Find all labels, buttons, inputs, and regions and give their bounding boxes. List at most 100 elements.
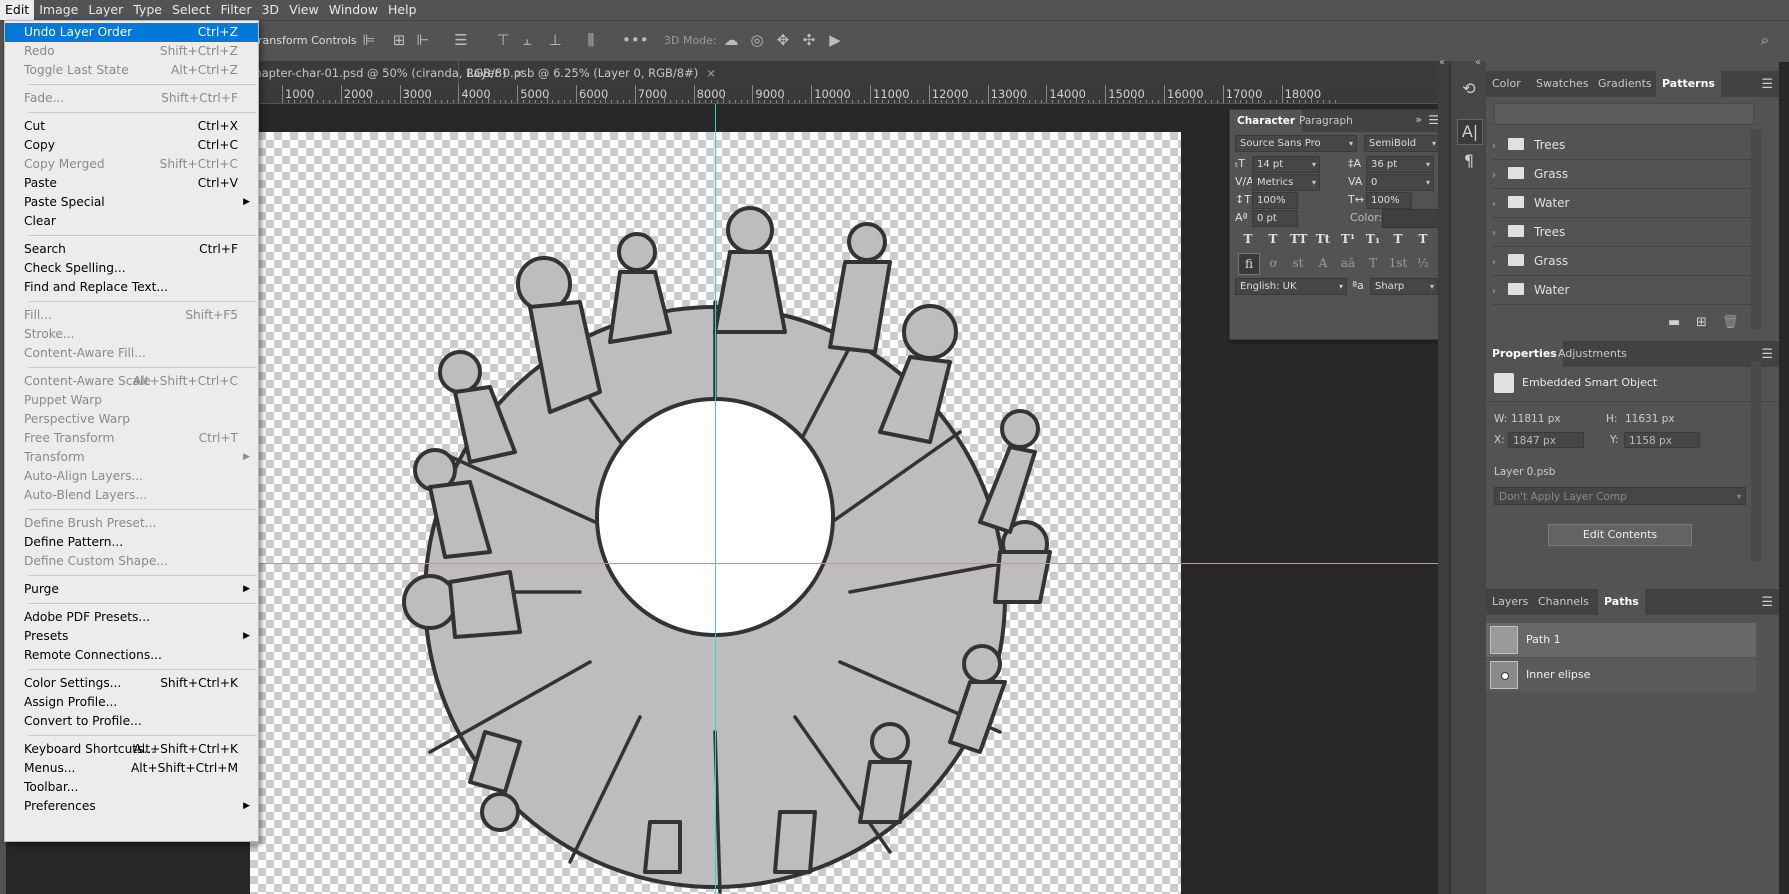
panel-menu-icon[interactable]: ☰ — [1761, 77, 1773, 92]
menu-item-menus[interactable]: Menus... Alt+Shift+Ctrl+M — [5, 759, 258, 778]
pattern-group-row[interactable]: › Water — [1492, 189, 1757, 218]
horizontal-guide[interactable] — [250, 563, 1438, 564]
pattern-search-input[interactable] — [1494, 103, 1754, 125]
height-value[interactable]: 11631 px — [1625, 413, 1675, 425]
menu-item-toggle-last-state[interactable]: Toggle Last State Alt+Ctrl+Z — [5, 61, 258, 80]
align-right-icon[interactable]: ⊩ — [414, 31, 432, 49]
tab-color[interactable]: Color — [1486, 71, 1527, 97]
vertical-guide[interactable] — [715, 104, 716, 894]
collapse-arrows-icon[interactable]: « — [1475, 57, 1481, 68]
menu-item-puppet-warp[interactable]: Puppet Warp — [5, 391, 258, 410]
menu-item-keyboard-shortcuts[interactable]: Keyboard Shortcuts... Alt+Shift+Ctrl+K — [5, 740, 258, 759]
menu-item-copy[interactable]: Copy Ctrl+C — [5, 136, 258, 155]
align-top-icon[interactable]: ⊤ — [494, 31, 512, 49]
history-icon[interactable]: ⟲ — [1457, 77, 1481, 101]
menu-item-define-pattern[interactable]: Define Pattern... — [5, 533, 258, 552]
menu-item-fill[interactable]: Fill... Shift+F5 — [5, 306, 258, 325]
menu-image[interactable]: Image — [34, 0, 83, 20]
font-family-select[interactable]: Source Sans Pro ▾ — [1235, 135, 1357, 152]
type-style-button[interactable]: T — [1415, 231, 1431, 247]
baseline-shift-field[interactable]: 0 pt — [1252, 210, 1298, 227]
panel-collapse-bar[interactable]: « — [1438, 57, 1450, 894]
paragraph-panel-icon[interactable]: ¶ — [1457, 149, 1481, 173]
opentype-button[interactable]: ơ — [1263, 253, 1283, 273]
chevron-right-icon[interactable]: › — [1492, 278, 1500, 306]
panel-menu-icon[interactable]: ☰ — [1761, 347, 1773, 362]
menu-item-paste-special[interactable]: Paste Special ▶ — [5, 193, 258, 212]
width-value[interactable]: 11811 px — [1511, 413, 1561, 425]
tab-channels[interactable]: Channels — [1532, 589, 1595, 615]
tab-adjustments[interactable]: Adjustments — [1552, 341, 1633, 367]
trash-icon[interactable]: 🗑 — [1722, 315, 1739, 330]
type-style-button[interactable]: T — [1240, 231, 1256, 247]
menu-item-perspective-warp[interactable]: Perspective Warp — [5, 410, 258, 429]
3d-slide-icon[interactable]: ✣ — [800, 31, 818, 49]
transform-controls-label[interactable]: ransform Controls — [258, 34, 357, 47]
vertical-scale-field[interactable]: 100% — [1252, 192, 1298, 209]
menu-item-redo[interactable]: Redo Shift+Ctrl+Z — [5, 42, 258, 61]
menu-select[interactable]: Select — [167, 0, 216, 20]
panel-menu-icon[interactable]: ☰ — [1761, 595, 1773, 610]
menu-help[interactable]: Help — [383, 0, 422, 20]
menu-item-free-transform[interactable]: Free Transform Ctrl+T — [5, 429, 258, 448]
path-row[interactable]: Path 1 — [1486, 623, 1756, 657]
menu-item-define-brush-preset[interactable]: Define Brush Preset... — [5, 514, 258, 533]
type-style-button[interactable]: T — [1390, 231, 1406, 247]
pattern-group-row[interactable]: › Grass — [1492, 160, 1757, 189]
menu-item-adobe-pdf-presets[interactable]: Adobe PDF Presets... — [5, 608, 258, 627]
3d-orbit-icon[interactable]: ☁ — [722, 31, 740, 49]
text-color-swatch[interactable] — [1382, 209, 1439, 228]
menu-item-clear[interactable]: Clear — [5, 212, 258, 231]
collapse-arrows-icon[interactable]: « — [1439, 57, 1445, 68]
tracking-field[interactable]: 0 ▾ — [1366, 174, 1434, 191]
close-icon[interactable]: × — [706, 66, 716, 80]
3d-camera-icon[interactable]: ▶ — [826, 31, 844, 49]
menu-item-toolbar[interactable]: Toolbar... — [5, 778, 258, 797]
chevron-right-icon[interactable]: › — [1492, 249, 1500, 277]
menu-item-search[interactable]: Search Ctrl+F — [5, 240, 258, 259]
pattern-group-row[interactable]: › Water — [1492, 276, 1757, 305]
menu-item-assign-profile[interactable]: Assign Profile... — [5, 693, 258, 712]
menu-layer[interactable]: Layer — [83, 0, 128, 20]
menu-item-stroke[interactable]: Stroke... — [5, 325, 258, 344]
type-style-button[interactable]: T¹ — [1340, 231, 1356, 247]
menu-item-auto-align-layers[interactable]: Auto-Align Layers... — [5, 467, 258, 486]
opentype-button[interactable]: A — [1313, 253, 1333, 273]
menu-item-color-settings[interactable]: Color Settings... Shift+Ctrl+K — [5, 674, 258, 693]
chevron-right-icon[interactable]: › — [1492, 133, 1500, 161]
menu-item-define-custom-shape[interactable]: Define Custom Shape... — [5, 552, 258, 571]
properties-scrollbar[interactable] — [1751, 361, 1761, 561]
layer-comp-select[interactable]: Don't Apply Layer Comp ▾ — [1494, 487, 1746, 505]
align-left-icon[interactable]: ⊫ — [360, 31, 378, 49]
new-group-icon[interactable]: ▬ — [1668, 315, 1680, 330]
opentype-button[interactable]: aā — [1338, 253, 1358, 273]
kerning-select[interactable]: Metrics ▾ — [1252, 174, 1320, 191]
menu-item-transform[interactable]: Transform ▶ — [5, 448, 258, 467]
tab-paths[interactable]: Paths — [1598, 589, 1645, 615]
search-icon[interactable]: ⌕ — [1756, 31, 1774, 49]
menu-item-check-spelling[interactable]: Check Spelling... — [5, 259, 258, 278]
3d-pan-icon[interactable]: ✥ — [774, 31, 792, 49]
document-tab[interactable]: Layer 0.psb @ 6.25% (Layer 0, RGB/8#) × — [458, 61, 724, 85]
align-bottom-icon[interactable]: ⊥ — [546, 31, 564, 49]
menu-item-fade[interactable]: Fade... Shift+Ctrl+F — [5, 89, 258, 108]
distribute-icon[interactable]: ☰ — [452, 31, 470, 49]
type-style-button[interactable]: T — [1265, 231, 1281, 247]
menu-edit[interactable]: Edit — [0, 0, 35, 20]
menu-item-find-and-replace-text[interactable]: Find and Replace Text... — [5, 278, 258, 297]
tab-swatches[interactable]: Swatches — [1530, 71, 1595, 97]
3d-roll-icon[interactable]: ◎ — [748, 31, 766, 49]
language-select[interactable]: English: UK ▾ — [1235, 278, 1347, 295]
menu-item-paste[interactable]: Paste Ctrl+V — [5, 174, 258, 193]
pattern-group-row[interactable]: › Trees — [1492, 218, 1757, 247]
collapse-panel-icon[interactable]: » — [1415, 113, 1422, 126]
align-center-icon[interactable]: ⊞ — [390, 31, 408, 49]
menu-type[interactable]: Type — [128, 0, 167, 20]
menu-filter[interactable]: Filter — [216, 0, 257, 20]
edit-contents-button[interactable]: Edit Contents — [1548, 524, 1692, 546]
menu-item-content-aware-fill[interactable]: Content-Aware Fill... — [5, 344, 258, 363]
chevron-right-icon[interactable]: › — [1492, 191, 1500, 219]
menu-3d[interactable]: 3D — [256, 0, 284, 20]
menu-window[interactable]: Window — [324, 0, 383, 20]
pattern-group-row[interactable]: › Grass — [1492, 247, 1757, 276]
